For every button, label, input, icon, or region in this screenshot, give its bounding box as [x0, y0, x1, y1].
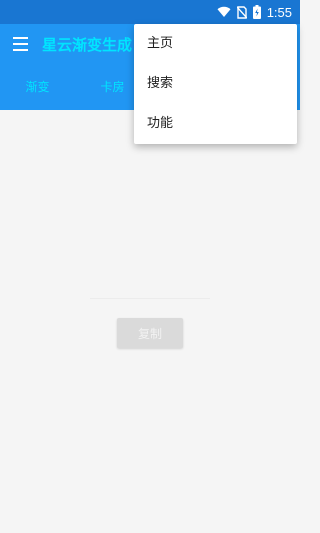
status-icons: [217, 5, 261, 19]
status-bar: 1:55: [0, 0, 300, 24]
wifi-icon: [217, 6, 231, 18]
main-content: 复制: [0, 110, 300, 533]
menu-item-features[interactable]: 功能: [134, 104, 297, 144]
menu-item-search[interactable]: 搜索: [134, 64, 297, 104]
app-title: 星云渐变生成: [42, 35, 133, 54]
status-time: 1:55: [266, 4, 292, 20]
battery-charging-icon: [252, 5, 261, 19]
output-text-placeholder: [90, 298, 210, 299]
hamburger-menu-icon[interactable]: [0, 24, 40, 64]
no-sim-icon: [236, 5, 247, 19]
tab-gradient[interactable]: 渐变: [0, 64, 75, 110]
copy-button[interactable]: 复制: [117, 318, 183, 348]
overflow-popup-menu: 主页 搜索 功能: [134, 24, 297, 144]
menu-item-home[interactable]: 主页: [134, 24, 297, 64]
